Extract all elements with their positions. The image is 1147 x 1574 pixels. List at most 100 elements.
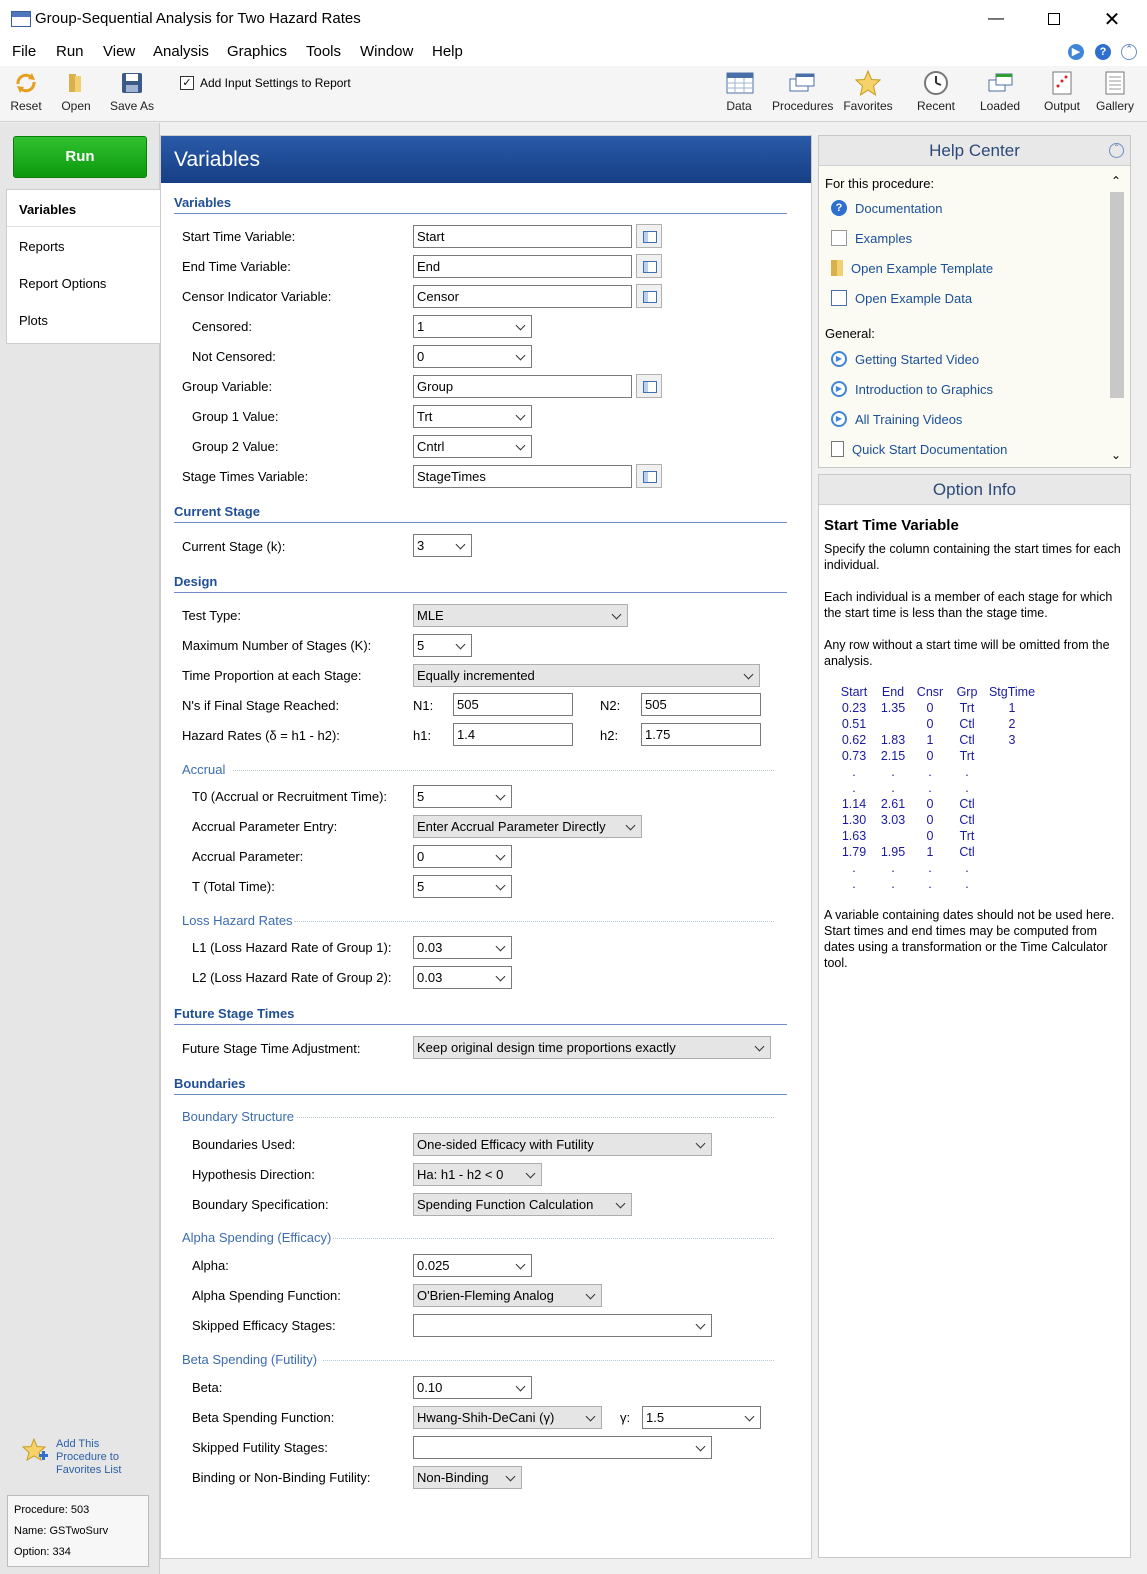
alpha-spending-function-select[interactable]: O'Brien-Fleming Analog xyxy=(413,1284,602,1307)
censor-indicator-input[interactable]: Censor xyxy=(413,285,632,308)
variables-panel: Variables Variables Start Time Variable:… xyxy=(160,135,812,1559)
run-button[interactable]: Run xyxy=(13,136,147,178)
star-plus-icon xyxy=(22,1438,48,1462)
help-scrollbar[interactable]: ⌃ ⌄ xyxy=(1108,174,1126,462)
menu-window[interactable]: Window xyxy=(360,43,413,60)
censored-select[interactable]: 1 xyxy=(413,315,532,338)
stage-times-input[interactable]: StageTimes xyxy=(413,465,632,488)
add-to-favorites-link[interactable]: Add This Procedure to Favorites List xyxy=(22,1438,121,1477)
menu-tools[interactable]: Tools xyxy=(306,43,341,60)
menu-graphics[interactable]: Graphics xyxy=(227,43,287,60)
table-row: .... xyxy=(852,781,969,795)
scrollbar-thumb[interactable] xyxy=(1110,192,1124,398)
column-select-icon[interactable] xyxy=(636,224,662,248)
loaded-button[interactable]: Loaded xyxy=(980,70,1020,113)
help-icon[interactable]: ? xyxy=(1095,44,1111,60)
table-row: 1.79 1.95 1 Ctl xyxy=(841,845,975,859)
minimize-button[interactable]: — xyxy=(967,0,1025,38)
menu-view[interactable]: View xyxy=(103,43,135,60)
boundaries-used-select[interactable]: One-sided Efficacy with Futility xyxy=(413,1133,712,1156)
menu-help[interactable]: Help xyxy=(432,43,463,60)
column-select-icon[interactable] xyxy=(636,254,662,278)
time-proportion-select[interactable]: Equally incremented xyxy=(413,664,760,687)
collapse-icon[interactable]: ˆ xyxy=(1109,143,1124,158)
maximize-button[interactable] xyxy=(1025,0,1083,38)
tab-reports[interactable]: Reports xyxy=(19,239,65,254)
n2-input[interactable]: 505 xyxy=(641,693,761,716)
help-documentation-link[interactable]: ? Documentation xyxy=(831,200,942,216)
data-button[interactable]: Data xyxy=(723,70,755,113)
procedure-name: Name: GSTwoSurv xyxy=(14,1525,109,1537)
add-input-settings-checkbox[interactable]: ✓ Add Input Settings to Report xyxy=(180,76,351,90)
accrual-entry-select[interactable]: Enter Accrual Parameter Directly xyxy=(413,815,642,838)
n1-input[interactable]: 505 xyxy=(453,693,573,716)
tab-plots[interactable]: Plots xyxy=(19,313,48,328)
group2-value-select[interactable]: Cntrl xyxy=(413,435,532,458)
tab-variables[interactable]: Variables xyxy=(19,202,76,217)
chevron-down-icon[interactable]: ⌄ xyxy=(1111,448,1121,462)
h1-input[interactable]: 1.4 xyxy=(453,723,573,746)
l1-select[interactable]: 0.03 xyxy=(413,936,512,959)
help-open-data-link[interactable]: Open Example Data xyxy=(831,290,972,306)
boundary-specification-select[interactable]: Spending Function Calculation xyxy=(413,1193,632,1216)
help-training-videos-link[interactable]: ▶ All Training Videos xyxy=(831,411,962,427)
help-quick-start-link[interactable]: Quick Start Documentation xyxy=(831,441,1007,457)
procedures-button[interactable]: Procedures xyxy=(772,70,833,113)
chevron-down-icon xyxy=(505,1471,516,1482)
future-adjustment-select[interactable]: Keep original design time proportions ex… xyxy=(413,1036,771,1059)
menu-analysis[interactable]: Analysis xyxy=(153,43,209,60)
chevron-down-icon xyxy=(611,609,622,620)
group-variable-input[interactable]: Group xyxy=(413,375,632,398)
menu-run[interactable]: Run xyxy=(56,43,84,60)
skipped-futility-select[interactable] xyxy=(413,1436,712,1459)
start-time-input[interactable]: Start xyxy=(413,225,632,248)
gallery-button[interactable]: Gallery xyxy=(1095,70,1135,113)
gamma-select[interactable]: 1.5 xyxy=(642,1406,761,1429)
test-type-select[interactable]: MLE xyxy=(413,604,628,627)
collapse-icon[interactable]: ˆ xyxy=(1121,44,1137,60)
save-as-button[interactable]: Save As xyxy=(110,70,154,113)
total-time-select[interactable]: 5 xyxy=(413,875,512,898)
max-stages-select[interactable]: 5 xyxy=(413,634,472,657)
column-select-icon[interactable] xyxy=(636,374,662,398)
t0-select[interactable]: 5 xyxy=(413,785,512,808)
chevron-down-icon xyxy=(515,410,526,421)
reset-button[interactable]: Reset xyxy=(10,70,42,113)
close-button[interactable]: ✕ xyxy=(1083,0,1141,38)
column-select-icon[interactable] xyxy=(636,284,662,308)
section-current-stage: Current Stage xyxy=(174,504,260,519)
open-button[interactable]: Open xyxy=(60,70,92,113)
help-examples-link[interactable]: Examples xyxy=(831,230,912,246)
current-stage-label: Current Stage (k): xyxy=(182,539,286,554)
hypothesis-direction-select[interactable]: Ha: h1 - h2 < 0 xyxy=(413,1163,542,1186)
beta-spending-function-select[interactable]: Hwang-Shih-DeCani (γ) xyxy=(413,1406,602,1429)
group1-value-select[interactable]: Trt xyxy=(413,405,532,428)
binding-futility-select[interactable]: Non-Binding xyxy=(413,1466,522,1489)
chevron-down-icon xyxy=(515,350,526,361)
help-getting-started-video-link[interactable]: ▶ Getting Started Video xyxy=(831,351,979,367)
help-open-template-link[interactable]: Open Example Template xyxy=(831,260,993,276)
beta-select[interactable]: 0.10 xyxy=(413,1376,532,1399)
h2-input[interactable]: 1.75 xyxy=(641,723,761,746)
end-time-input[interactable]: End xyxy=(413,255,632,278)
column-select-icon[interactable] xyxy=(636,464,662,488)
alpha-select[interactable]: 0.025 xyxy=(413,1254,532,1277)
panel-header: Variables xyxy=(161,136,811,183)
accrual-parameter-select[interactable]: 0 xyxy=(413,845,512,868)
play-icon[interactable]: ▶ xyxy=(1068,44,1084,60)
censor-indicator-label: Censor Indicator Variable: xyxy=(182,289,332,304)
menu-file[interactable]: File xyxy=(12,43,36,60)
recent-button[interactable]: Recent xyxy=(916,70,956,113)
hazard-rates-label: Hazard Rates (δ = h1 - h2): xyxy=(182,728,340,743)
current-stage-select[interactable]: 3 xyxy=(413,534,472,557)
output-button[interactable]: Output xyxy=(1043,70,1081,113)
tab-report-options[interactable]: Report Options xyxy=(19,276,106,291)
not-censored-select[interactable]: 0 xyxy=(413,345,532,368)
l2-select[interactable]: 0.03 xyxy=(413,966,512,989)
favorites-button[interactable]: Favorites xyxy=(843,69,893,113)
help-intro-graphics-link[interactable]: ▶ Introduction to Graphics xyxy=(831,381,993,397)
accrual-parameter-label: Accrual Parameter: xyxy=(192,849,304,864)
chevron-up-icon[interactable]: ⌃ xyxy=(1111,174,1121,188)
template-icon xyxy=(831,260,843,276)
skipped-efficacy-select[interactable] xyxy=(413,1314,712,1337)
